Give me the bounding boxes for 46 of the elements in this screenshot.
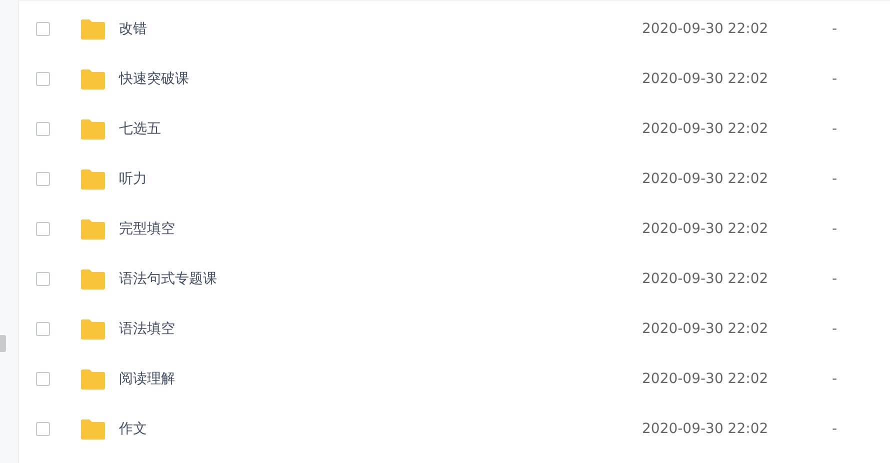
folder-icon [80, 418, 106, 440]
checkbox[interactable] [36, 22, 50, 36]
file-size: - [832, 21, 838, 37]
folder-name[interactable]: 语法句式专题课 [119, 270, 569, 288]
folder-name[interactable]: 阅读理解 [119, 370, 569, 388]
folder-name[interactable]: 完型填空 [119, 220, 569, 238]
modified-date: 2020-09-30 22:02 [642, 321, 770, 337]
folder-name[interactable]: 快速突破课 [119, 70, 569, 88]
modified-date: 2020-09-30 22:02 [642, 221, 770, 237]
folder-name[interactable]: 作文 [119, 420, 569, 438]
folder-icon [80, 268, 106, 290]
folder-icon [80, 118, 106, 140]
file-size: - [832, 321, 838, 337]
folder-name[interactable]: 改错 [119, 20, 569, 38]
modified-date: 2020-09-30 22:02 [642, 121, 770, 137]
file-size: - [832, 171, 838, 187]
folder-name[interactable]: 七选五 [119, 120, 569, 138]
checkbox[interactable] [36, 72, 50, 86]
folder-icon [80, 168, 106, 190]
modified-date: 2020-09-30 22:02 [642, 21, 770, 37]
folder-icon [80, 18, 106, 40]
folder-icon [80, 318, 106, 340]
file-size: - [832, 371, 838, 387]
checkbox[interactable] [36, 322, 50, 336]
file-size: - [832, 421, 838, 437]
modified-date: 2020-09-30 22:02 [642, 421, 770, 437]
modified-date: 2020-09-30 22:02 [642, 371, 770, 387]
checkbox[interactable] [36, 372, 50, 386]
folder-icon [80, 68, 106, 90]
file-size: - [832, 221, 838, 237]
checkbox[interactable] [36, 422, 50, 436]
checkbox[interactable] [36, 172, 50, 186]
modified-date: 2020-09-30 22:02 [642, 71, 770, 87]
checkbox[interactable] [36, 222, 50, 236]
file-size: - [832, 271, 838, 287]
folder-icon [80, 368, 106, 390]
modified-date: 2020-09-30 22:02 [642, 271, 770, 287]
file-size: - [832, 71, 838, 87]
folder-name[interactable]: 听力 [119, 170, 569, 188]
folder-name[interactable]: 语法填空 [119, 320, 569, 338]
folder-icon [80, 218, 106, 240]
modified-date: 2020-09-30 22:02 [642, 171, 770, 187]
file-size: - [832, 121, 838, 137]
resize-handle[interactable] [0, 335, 6, 352]
checkbox[interactable] [36, 122, 50, 136]
checkbox[interactable] [36, 272, 50, 286]
